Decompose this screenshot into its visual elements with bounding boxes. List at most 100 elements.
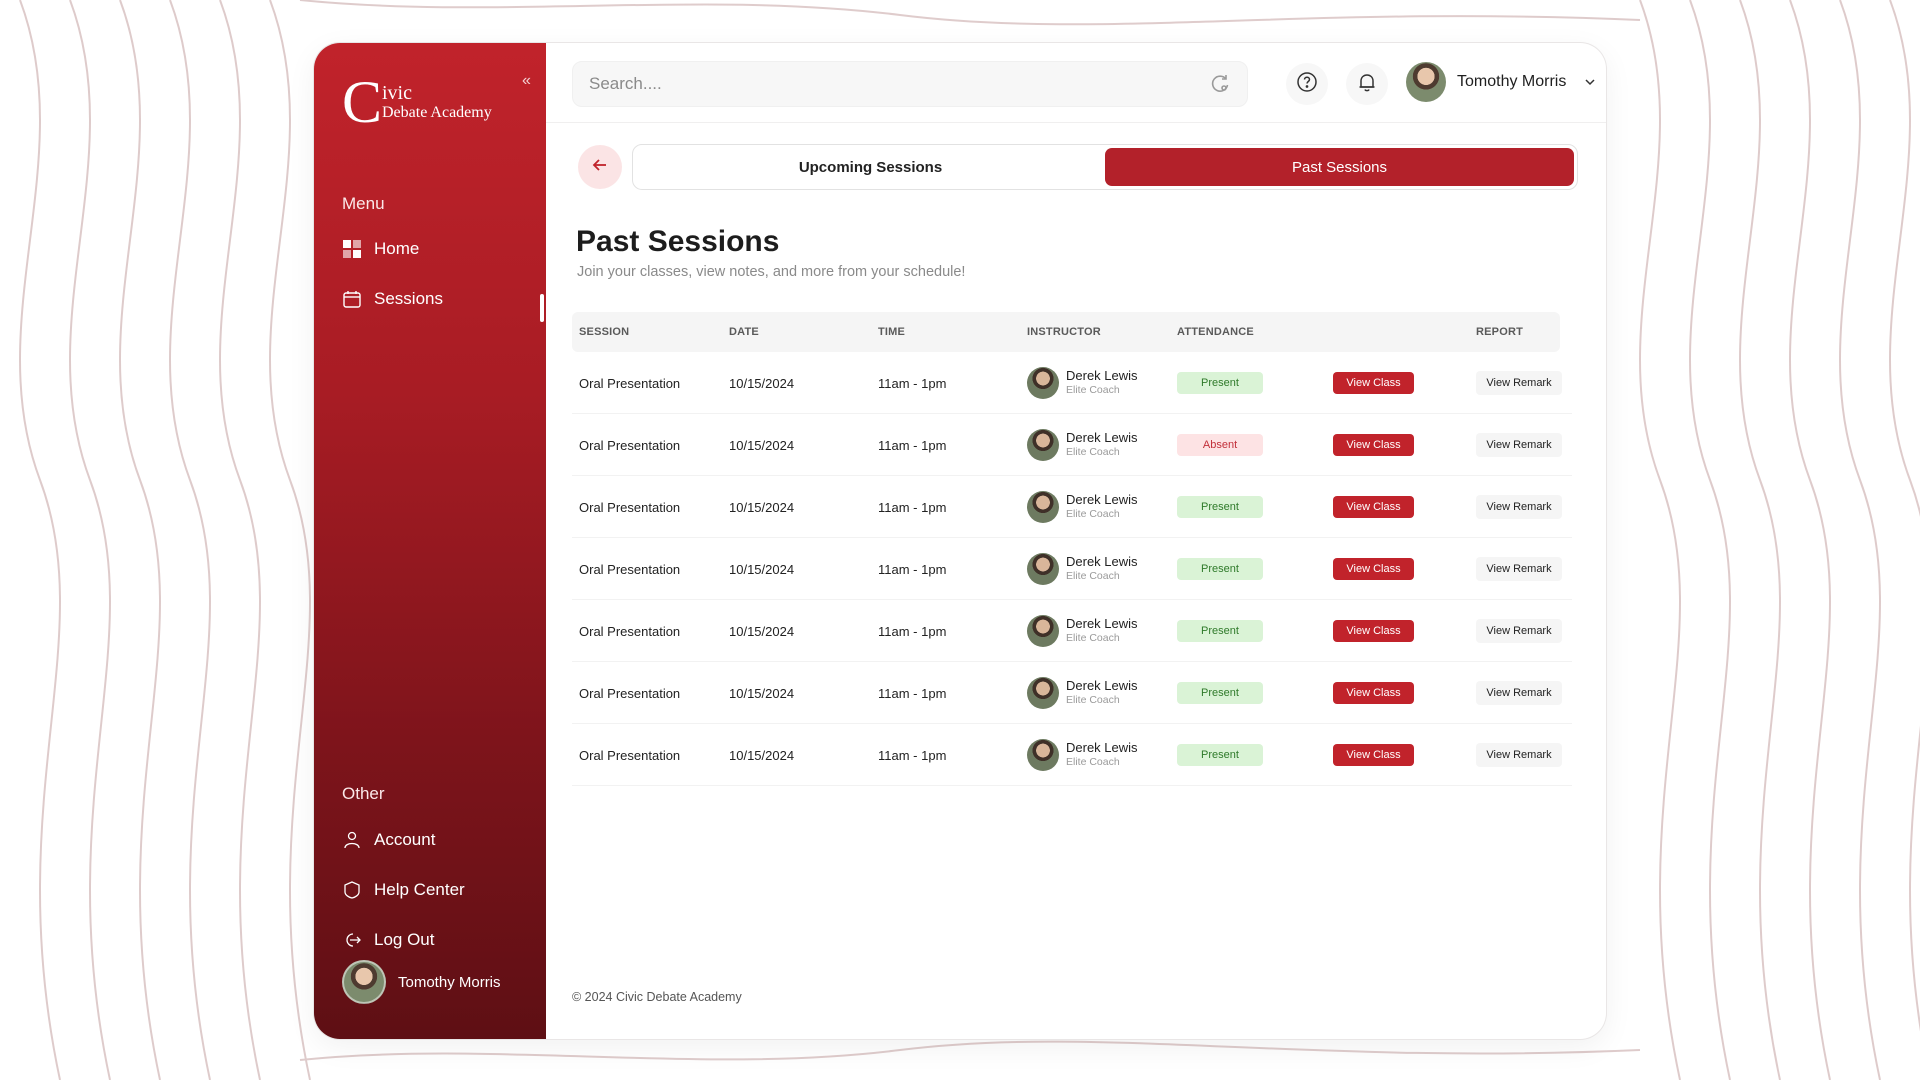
sidebar-item-sessions[interactable]: Sessions [342, 286, 443, 312]
session-time: 11am - 1pm [878, 623, 947, 639]
view-class-button[interactable]: View Class [1333, 682, 1414, 704]
table-row: Oral Presentation 10/15/2024 11am - 1pm … [572, 414, 1572, 476]
avatar [1027, 491, 1059, 523]
chevron-down-icon [1583, 75, 1597, 89]
attendance-badge: Present [1177, 496, 1263, 518]
session-date: 10/15/2024 [729, 499, 795, 515]
sidebar-item-home[interactable]: Home [342, 236, 419, 262]
avatar [1027, 553, 1059, 585]
collapse-sidebar-icon[interactable]: « [522, 73, 538, 89]
sidebar-item-log-out[interactable]: Log Out [342, 927, 435, 953]
tab-upcoming-sessions[interactable]: Upcoming Sessions [636, 148, 1105, 186]
view-class-button[interactable]: View Class [1333, 372, 1414, 394]
logo-initial: C [342, 69, 383, 135]
arrow-left-icon [590, 155, 610, 180]
instructor-cell: Derek Lewis Elite Coach [1027, 600, 1138, 662]
avatar [1027, 615, 1059, 647]
session-date: 10/15/2024 [729, 747, 795, 763]
academy-logo: C ivic Debate Academy [342, 69, 512, 135]
sidebar-item-label: Home [374, 239, 420, 258]
instructor-name: Derek Lewis [1066, 492, 1138, 507]
help-button[interactable] [1286, 63, 1328, 105]
header-session: SESSION [579, 326, 630, 338]
past-sessions-table: SESSION DATE TIME INSTRUCTOR ATTENDANCE … [572, 312, 1572, 786]
view-remark-button[interactable]: View Remark [1476, 681, 1562, 705]
session-time: 11am - 1pm [878, 375, 947, 391]
view-class-button[interactable]: View Class [1333, 744, 1414, 766]
avatar [342, 960, 386, 1004]
instructor-name: Derek Lewis [1066, 616, 1138, 631]
session-name: Oral Presentation [579, 499, 681, 515]
main-content: Tomothy Morris Upcoming Sessions Past Se… [546, 43, 1606, 1039]
session-date: 10/15/2024 [729, 375, 795, 391]
sidebar-scrollbar[interactable] [540, 294, 544, 322]
table-row: Oral Presentation 10/15/2024 11am - 1pm … [572, 538, 1572, 600]
search-bar[interactable] [572, 61, 1248, 107]
avatar [1027, 429, 1059, 461]
view-class-button[interactable]: View Class [1333, 558, 1414, 580]
session-name: Oral Presentation [579, 437, 681, 453]
view-remark-button[interactable]: View Remark [1476, 619, 1562, 643]
header-date: DATE [729, 326, 759, 338]
view-remark-button[interactable]: View Remark [1476, 743, 1562, 767]
attendance-badge: Present [1177, 620, 1263, 642]
session-date: 10/15/2024 [729, 561, 795, 577]
instructor-name: Derek Lewis [1066, 430, 1138, 445]
sidebar-item-account[interactable]: Account [342, 827, 435, 853]
user-menu[interactable]: Tomothy Morris [1406, 62, 1597, 102]
instructor-cell: Derek Lewis Elite Coach [1027, 662, 1138, 724]
session-date: 10/15/2024 [729, 623, 795, 639]
table-header: SESSION DATE TIME INSTRUCTOR ATTENDANCE … [572, 312, 1560, 352]
avatar [1406, 62, 1446, 102]
table-row: Oral Presentation 10/15/2024 11am - 1pm … [572, 724, 1572, 786]
session-name: Oral Presentation [579, 375, 681, 391]
sidebar-item-label: Log Out [374, 930, 435, 949]
notifications-button[interactable] [1346, 63, 1388, 105]
session-name: Oral Presentation [579, 747, 681, 763]
sidebar-user-profile[interactable]: Tomothy Morris [342, 960, 501, 1004]
bell-icon [1356, 71, 1378, 98]
view-remark-button[interactable]: View Remark [1476, 371, 1562, 395]
session-time: 11am - 1pm [878, 561, 947, 577]
top-user-name: Tomothy Morris [1457, 73, 1567, 90]
menu-section-label: Menu [342, 194, 385, 213]
refresh-search-icon[interactable] [1209, 73, 1231, 95]
logo-name: ivic [382, 82, 412, 104]
table-row: Oral Presentation 10/15/2024 11am - 1pm … [572, 662, 1572, 724]
app-window: C ivic Debate Academy « Menu Home Sessio… [314, 43, 1606, 1039]
shield-icon [342, 880, 362, 900]
tab-past-sessions[interactable]: Past Sessions [1105, 148, 1574, 186]
view-class-button[interactable]: View Class [1333, 496, 1414, 518]
sidebar-item-help-center[interactable]: Help Center [342, 877, 465, 903]
view-remark-button[interactable]: View Remark [1476, 557, 1562, 581]
instructor-name: Derek Lewis [1066, 678, 1138, 693]
instructor-name: Derek Lewis [1066, 740, 1138, 755]
instructor-role: Elite Coach [1066, 632, 1120, 644]
view-remark-button[interactable]: View Remark [1476, 495, 1562, 519]
instructor-role: Elite Coach [1066, 570, 1120, 582]
view-remark-button[interactable]: View Remark [1476, 433, 1562, 457]
session-time: 11am - 1pm [878, 685, 947, 701]
avatar [1027, 677, 1059, 709]
session-name: Oral Presentation [579, 685, 681, 701]
search-input[interactable] [589, 74, 1209, 94]
view-class-button[interactable]: View Class [1333, 620, 1414, 642]
table-row: Oral Presentation 10/15/2024 11am - 1pm … [572, 476, 1572, 538]
footer-copyright: © 2024 Civic Debate Academy [572, 990, 742, 1004]
instructor-name: Derek Lewis [1066, 368, 1138, 383]
table-row: Oral Presentation 10/15/2024 11am - 1pm … [572, 600, 1572, 662]
avatar [1027, 739, 1059, 771]
back-button[interactable] [578, 145, 622, 189]
view-class-button[interactable]: View Class [1333, 434, 1414, 456]
instructor-role: Elite Coach [1066, 446, 1120, 458]
top-bar: Tomothy Morris [546, 43, 1606, 123]
instructor-role: Elite Coach [1066, 384, 1120, 396]
table-row: Oral Presentation 10/15/2024 11am - 1pm … [572, 352, 1572, 414]
header-time: TIME [878, 326, 906, 338]
session-name: Oral Presentation [579, 561, 681, 577]
attendance-badge: Present [1177, 372, 1263, 394]
header-report: REPORT [1476, 326, 1524, 338]
other-section-label: Other [342, 784, 385, 803]
session-time: 11am - 1pm [878, 499, 947, 515]
sidebar-item-label: Sessions [374, 289, 443, 308]
